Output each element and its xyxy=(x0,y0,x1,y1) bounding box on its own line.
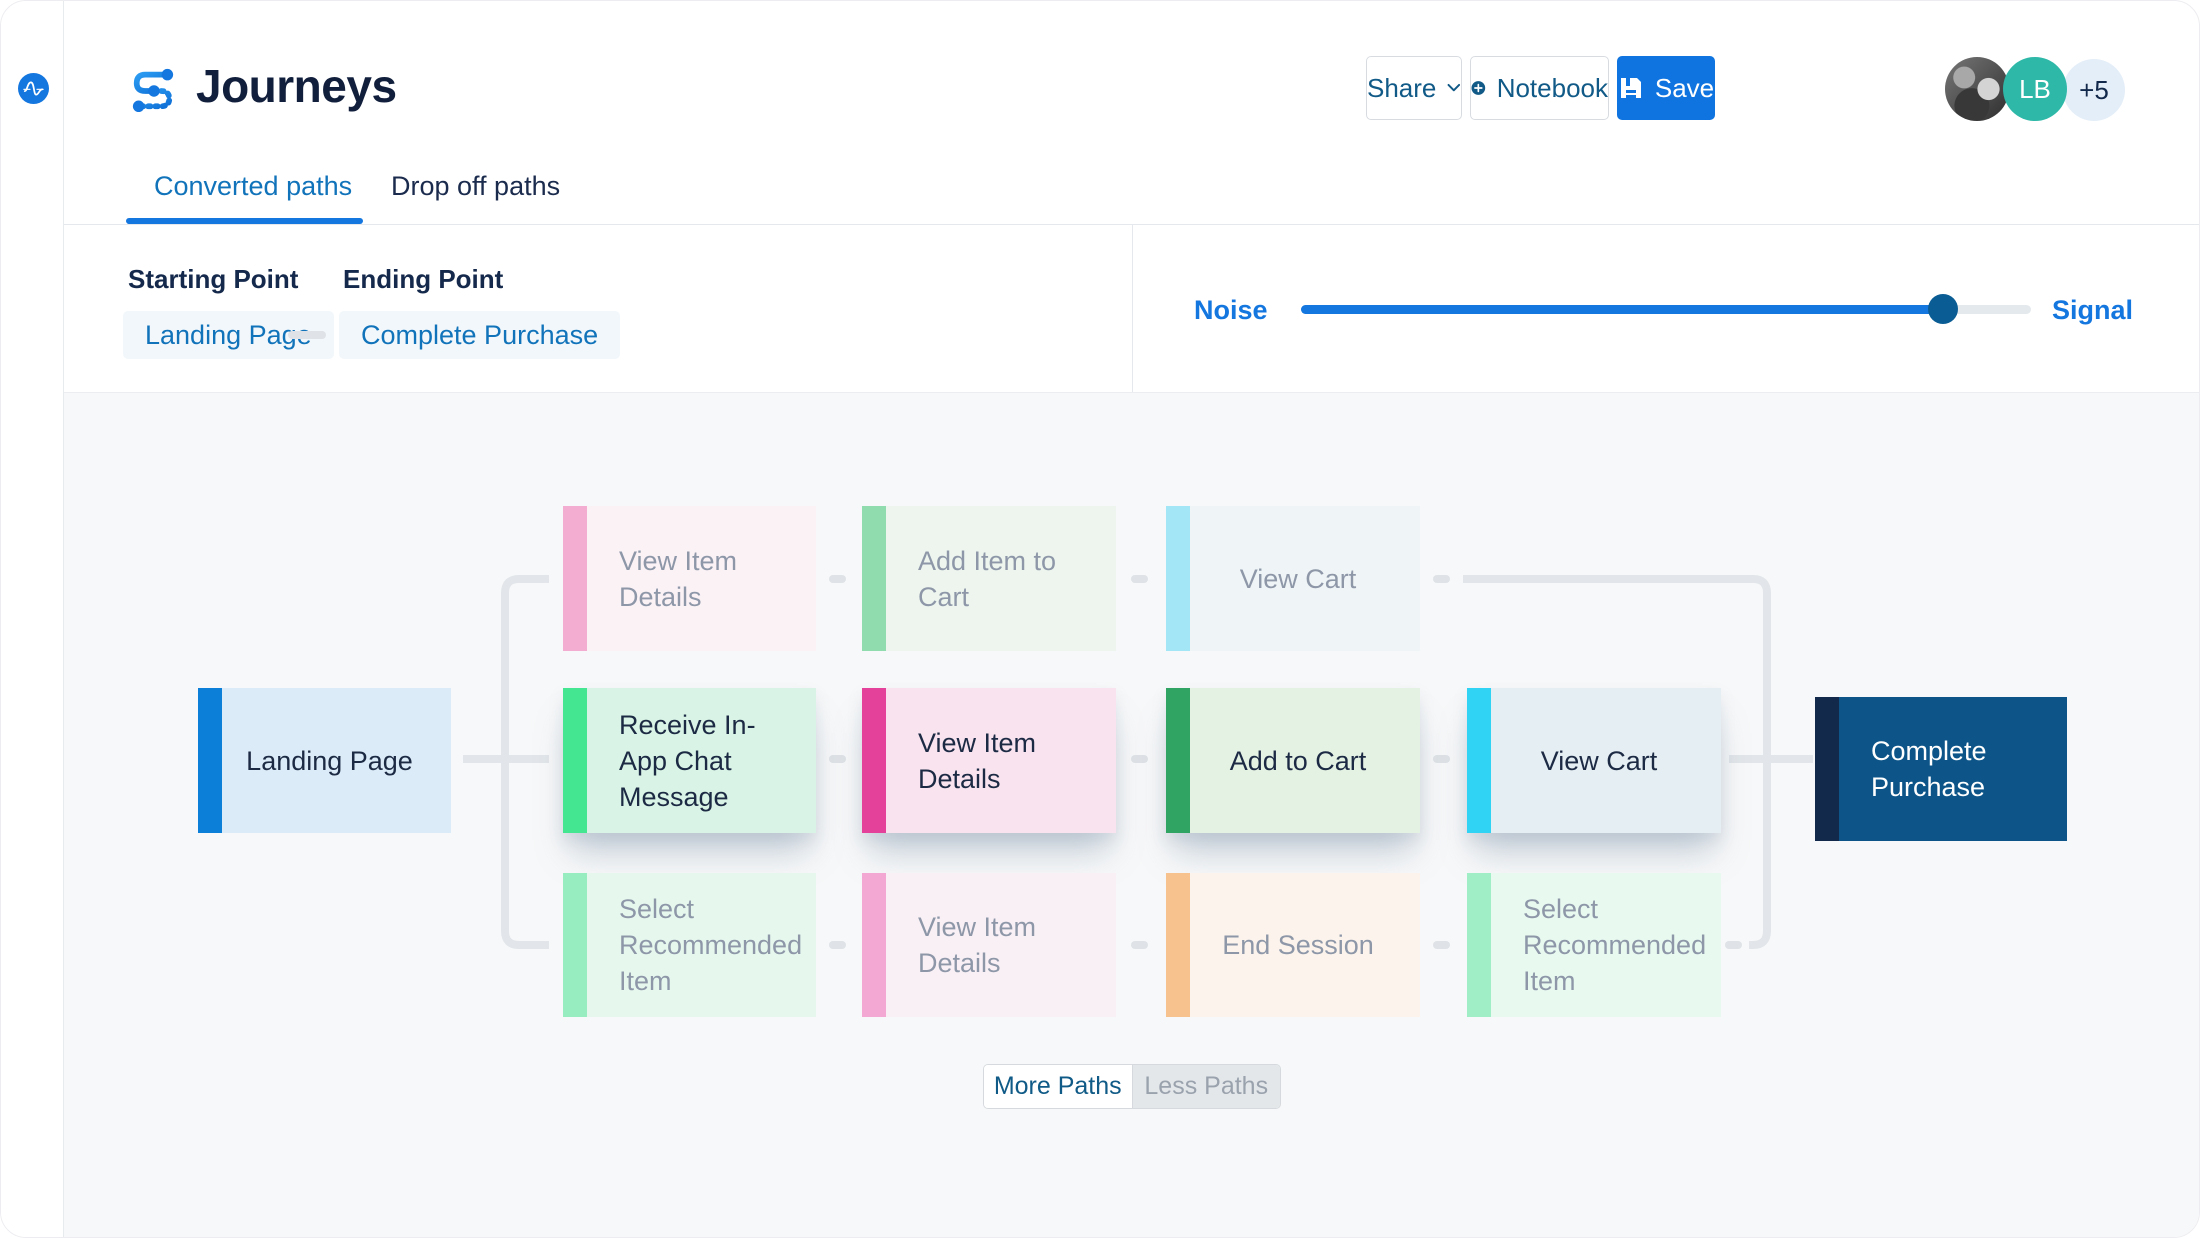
avatar-overflow-count[interactable]: +5 xyxy=(2063,59,2125,121)
starting-point-label: Starting Point xyxy=(128,264,298,295)
avatar-photo[interactable] xyxy=(1945,57,2009,121)
node-label: View Cart xyxy=(1166,561,1420,597)
node-select-recommended-item-right[interactable]: Select Recommended Item xyxy=(1467,873,1721,1017)
node-add-item-to-cart-top[interactable]: Add Item to Cart xyxy=(862,506,1116,651)
left-rail xyxy=(1,1,64,1238)
node-view-item-details-bottom[interactable]: View Item Details xyxy=(862,873,1116,1017)
noise-signal-slider[interactable] xyxy=(1301,305,2031,314)
share-button-label: Share xyxy=(1367,73,1436,104)
more-paths-button[interactable]: More Paths xyxy=(984,1065,1132,1108)
node-label: Add to Cart xyxy=(1166,743,1420,779)
ending-point-chip[interactable]: Complete Purchase xyxy=(339,311,620,359)
slider-fill xyxy=(1301,305,1943,314)
paths-toggle: More Paths Less Paths xyxy=(983,1064,1281,1109)
filter-section-divider xyxy=(1132,225,1133,392)
node-select-recommended-item-left[interactable]: Select Recommended Item xyxy=(563,873,816,1017)
chip-connector-dash xyxy=(288,331,326,339)
node-receive-in-app-chat-message[interactable]: Receive In-App Chat Message xyxy=(563,688,816,833)
journeys-logo-icon xyxy=(130,65,176,120)
node-landing-page[interactable]: Landing Page xyxy=(198,688,451,833)
node-view-cart-top[interactable]: View Cart xyxy=(1166,506,1420,651)
node-label: View Cart xyxy=(1467,743,1721,779)
node-view-item-details-mid[interactable]: View Item Details xyxy=(862,688,1116,833)
ending-point-label: Ending Point xyxy=(343,264,503,295)
node-label: Receive In-App Chat Message xyxy=(563,707,816,815)
share-button[interactable]: Share xyxy=(1366,56,1462,120)
amplitude-logo-icon[interactable] xyxy=(18,73,49,104)
node-label: View Item Details xyxy=(563,543,816,615)
node-label: View Item Details xyxy=(862,909,1116,981)
less-paths-button[interactable]: Less Paths xyxy=(1132,1065,1281,1108)
plus-circle-icon xyxy=(1471,73,1486,103)
tab-converted-paths[interactable]: Converted paths xyxy=(154,171,352,202)
avatar-initials[interactable]: LB xyxy=(2003,57,2067,121)
node-label: Landing Page xyxy=(198,743,451,779)
floppy-save-icon xyxy=(1618,75,1644,101)
node-label: Select Recommended Item xyxy=(563,891,816,999)
page-title: Journeys xyxy=(196,59,397,113)
node-label: Add Item to Cart xyxy=(862,543,1116,615)
pulse-wave-icon xyxy=(23,78,44,99)
signal-label: Signal xyxy=(2052,295,2133,326)
node-view-item-details-top[interactable]: View Item Details xyxy=(563,506,816,651)
node-label: End Session xyxy=(1166,927,1420,963)
save-button[interactable]: Save xyxy=(1617,56,1715,120)
node-label: Complete Purchase xyxy=(1815,733,2067,805)
notebook-button-label: Notebook xyxy=(1497,73,1608,104)
slider-knob[interactable] xyxy=(1928,294,1958,324)
tab-drop-off-paths[interactable]: Drop off paths xyxy=(391,171,560,202)
app-window: Journeys Share Notebook Save LB +5 Conve… xyxy=(0,0,2200,1238)
node-complete-purchase[interactable]: Complete Purchase xyxy=(1815,697,2067,841)
node-add-to-cart[interactable]: Add to Cart xyxy=(1166,688,1420,833)
save-button-label: Save xyxy=(1655,73,1714,104)
notebook-button[interactable]: Notebook xyxy=(1470,56,1609,120)
node-view-cart-mid[interactable]: View Cart xyxy=(1467,688,1721,833)
node-end-session[interactable]: End Session xyxy=(1166,873,1420,1017)
chevron-down-icon xyxy=(1447,82,1461,94)
node-label: Select Recommended Item xyxy=(1467,891,1721,999)
node-label: View Item Details xyxy=(862,725,1116,797)
noise-label: Noise xyxy=(1194,295,1268,326)
